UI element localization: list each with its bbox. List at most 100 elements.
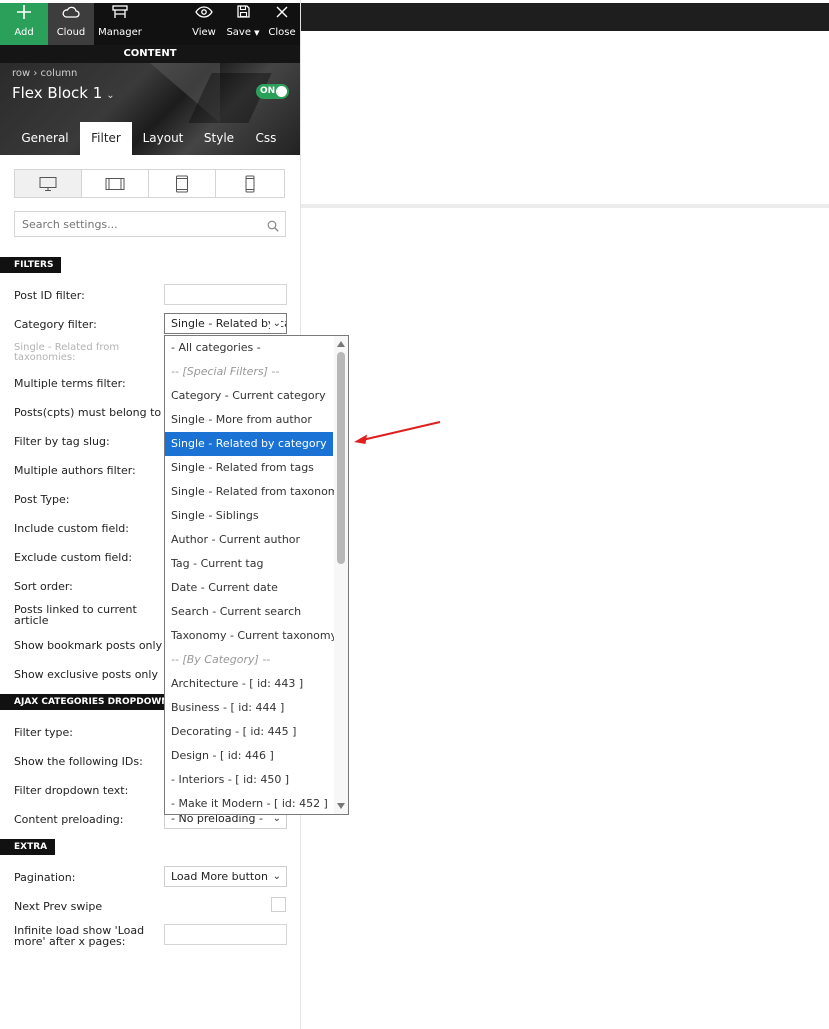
save-caret-icon: ▼	[254, 29, 260, 37]
category-filter-select[interactable]: Single - Related by category ⌄	[164, 313, 287, 334]
close-icon	[264, 5, 300, 27]
dropdown-option[interactable]: Single - Related by category	[165, 432, 333, 456]
tab-layout[interactable]: Layout	[132, 122, 194, 155]
dropdown-option[interactable]: Search - Current search	[165, 600, 333, 624]
manager-label: Manager	[98, 27, 142, 38]
pagination-label: Pagination:	[14, 871, 76, 884]
next-prev-swipe-label: Next Prev swipe	[14, 900, 103, 913]
infinite-load-label: Infinite load show 'Load more' after x p…	[14, 924, 145, 948]
content-bar: CONTENT	[0, 45, 300, 63]
scroll-down-icon[interactable]	[337, 803, 345, 809]
settings-tabs: General Filter Layout Style Css	[0, 122, 300, 155]
section-ajax-categories: AJAX CATEGORIES DROPDOWN	[0, 694, 177, 710]
close-button[interactable]: Close	[264, 3, 300, 45]
dropdown-option[interactable]: - All categories -	[165, 336, 333, 360]
landscape-tablet-device-button[interactable]	[82, 170, 149, 197]
desktop-device-button[interactable]	[15, 170, 82, 197]
category-filter-label: Category filter:	[14, 318, 97, 331]
manager-icon	[94, 5, 146, 27]
dropdown-option[interactable]: Single - Related from taxonomy	[165, 480, 345, 504]
pagination-select[interactable]: Load More button ⌄	[164, 866, 287, 887]
red-arrow-annotation	[354, 421, 441, 444]
tablet-landscape-icon	[105, 177, 125, 190]
add-button[interactable]: Add	[0, 3, 48, 45]
multiple-terms-label: Multiple terms filter:	[14, 377, 126, 390]
eye-icon	[186, 5, 222, 27]
floppy-icon	[222, 5, 264, 27]
dropdown-option[interactable]: -- [Special Filters] --	[165, 360, 333, 384]
multiple-authors-label: Multiple authors filter:	[14, 464, 136, 477]
tab-filter[interactable]: Filter	[80, 122, 132, 155]
post-type-label: Post Type:	[14, 493, 70, 506]
manager-button[interactable]: Manager	[94, 3, 146, 45]
infinite-load-field[interactable]	[164, 924, 287, 945]
dropdown-option[interactable]: Tag - Current tag	[165, 552, 333, 576]
block-on-toggle[interactable]: ON	[256, 84, 289, 99]
dropdown-option[interactable]: Design - [ id: 446 ]	[165, 744, 333, 768]
preview-topbar	[300, 0, 829, 31]
breadcrumb[interactable]: row › column	[12, 68, 77, 79]
section-filters: FILTERS	[0, 257, 62, 273]
block-title[interactable]: Flex Block 1 ⌄	[12, 84, 115, 102]
tab-css[interactable]: Css	[244, 122, 288, 155]
chevron-down-icon: ⌄	[272, 871, 281, 882]
dropdown-option[interactable]: - Interiors - [ id: 450 ]	[165, 768, 333, 792]
tab-style[interactable]: Style	[194, 122, 244, 155]
dropdown-option[interactable]: Business - [ id: 444 ]	[165, 696, 333, 720]
dropdown-option[interactable]: Taxonomy - Current taxonomy	[165, 624, 337, 648]
pagination-value: Load More button	[171, 870, 268, 883]
next-prev-swipe-checkbox[interactable]	[271, 897, 286, 912]
phone-device-button[interactable]	[216, 170, 284, 197]
exclude-custom-field-label: Exclude custom field:	[14, 551, 133, 564]
tag-slug-label: Filter by tag slug:	[14, 435, 110, 448]
scrollbar-thumb[interactable]	[337, 352, 345, 564]
dropdown-option[interactable]: Category - Current category	[165, 384, 333, 408]
filter-dropdown-text-label: Filter dropdown text:	[14, 784, 129, 797]
close-label: Close	[268, 27, 296, 38]
dropdown-option[interactable]: Architecture - [ id: 443 ]	[165, 672, 333, 696]
post-id-field[interactable]	[164, 284, 287, 305]
dropdown-option[interactable]: -- [By Category] --	[165, 648, 333, 672]
plus-icon	[0, 5, 48, 27]
desktop-icon	[39, 176, 57, 191]
chevron-down-icon: ⌄	[106, 90, 115, 101]
chevron-down-icon: ⌄	[269, 314, 281, 333]
must-belong-label: Posts(cpts) must belong to all	[14, 406, 178, 419]
dropdown-option[interactable]: Date - Current date	[165, 576, 333, 600]
post-id-label: Post ID filter:	[14, 289, 85, 302]
preview-area-edge	[300, 204, 829, 208]
dropdown-option[interactable]: - Make it Modern - [ id: 452 ]	[165, 792, 333, 814]
view-button[interactable]: View	[186, 3, 222, 45]
dropdown-option[interactable]: Author - Current author	[165, 528, 333, 552]
exclusive-posts-label: Show exclusive posts only	[14, 668, 158, 681]
cloud-icon	[48, 5, 94, 27]
dropdown-option[interactable]: Single - Related from tags	[165, 456, 333, 480]
dropdown-option[interactable]: Single - More from author	[165, 408, 333, 432]
tab-general[interactable]: General	[10, 122, 80, 155]
scroll-up-icon[interactable]	[337, 341, 345, 347]
cloud-button[interactable]: Cloud	[48, 3, 94, 45]
tablet-portrait-icon	[176, 175, 188, 192]
settings-panel: Add Cloud Manager View Save ▼ Close CONT…	[0, 0, 349, 1029]
search-icon	[267, 217, 279, 236]
content-preloading-label: Content preloading:	[14, 813, 124, 826]
top-toolbar: Add Cloud Manager View Save ▼ Close	[0, 3, 300, 45]
section-extra: EXTRA	[0, 839, 56, 855]
category-dropdown-list[interactable]: - All categories - -- [Special Filters] -…	[164, 335, 349, 815]
view-label: View	[192, 27, 216, 38]
save-label: Save ▼	[226, 27, 260, 38]
phone-icon	[245, 175, 255, 192]
dropdown-option[interactable]: Decorating - [ id: 445 ]	[165, 720, 333, 744]
bookmark-posts-label: Show bookmark posts only	[14, 639, 163, 652]
dropdown-option[interactable]: Single - Siblings	[165, 504, 333, 528]
dropdown-scrollbar[interactable]	[334, 336, 348, 814]
include-custom-field-label: Include custom field:	[14, 522, 129, 535]
search-settings-input[interactable]	[14, 211, 286, 237]
device-switcher	[14, 169, 285, 198]
related-taxonomies-label: Single - Related from taxonomies:	[14, 342, 120, 363]
portrait-tablet-device-button[interactable]	[149, 170, 216, 197]
show-ids-label: Show the following IDs:	[14, 755, 143, 768]
add-label: Add	[14, 27, 34, 38]
filter-type-label: Filter type:	[14, 726, 74, 739]
save-button[interactable]: Save ▼	[222, 3, 264, 45]
